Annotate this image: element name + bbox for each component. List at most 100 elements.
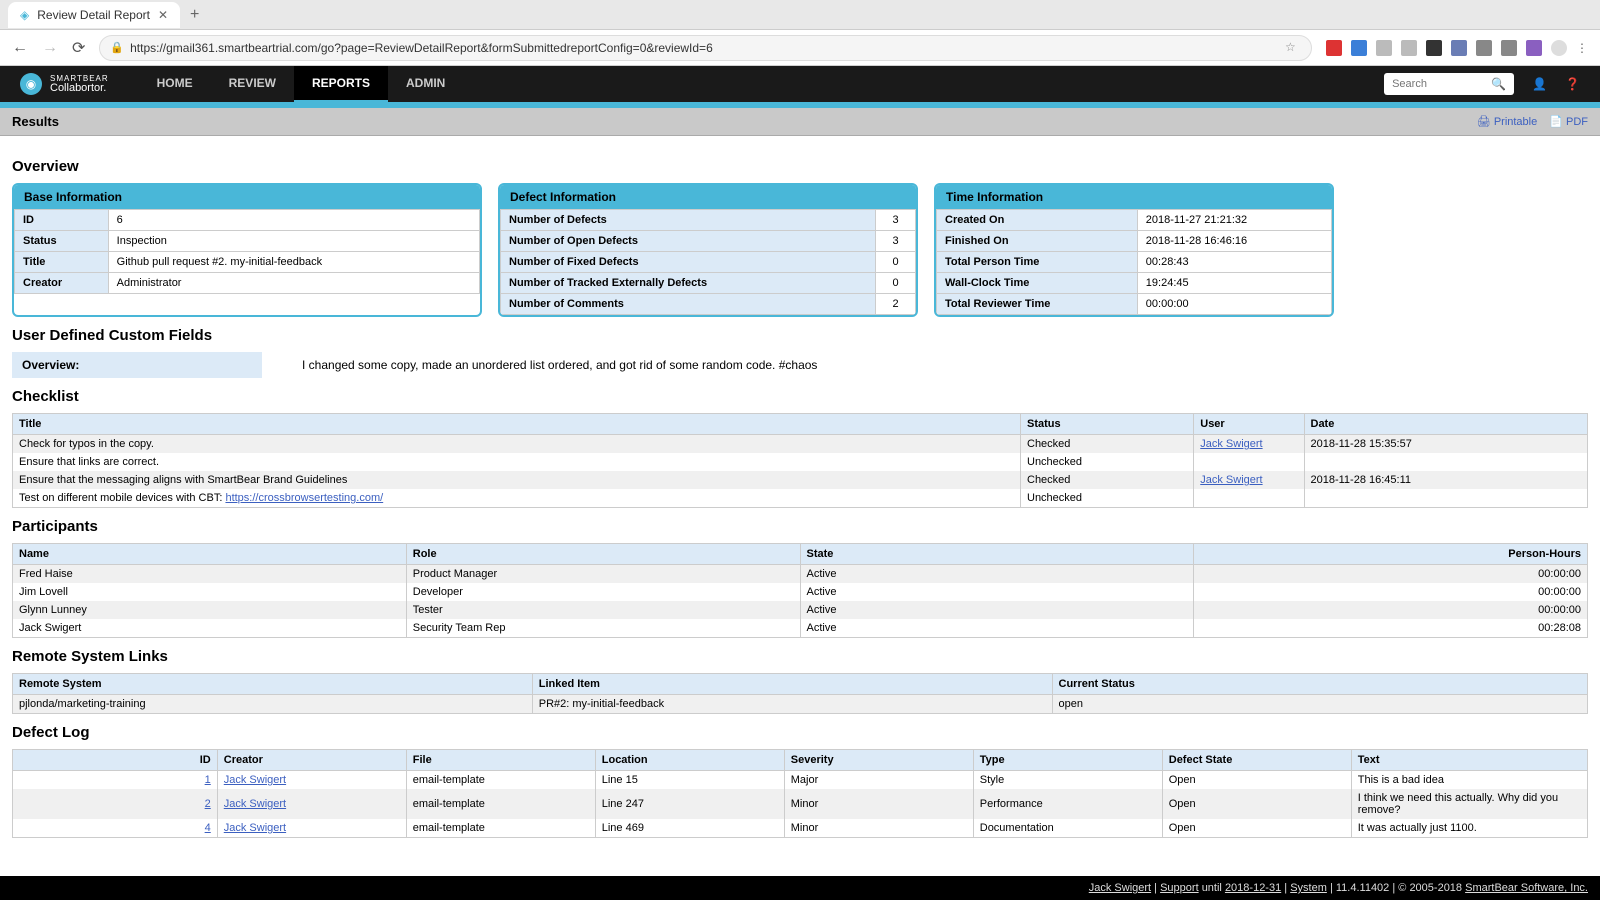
participant-row: Jack SwigertSecurity Team RepActive00:28… [13, 619, 1588, 638]
bookmark-star-icon[interactable]: ☆ [1285, 40, 1301, 56]
reload-button[interactable]: ⟳ [72, 38, 85, 58]
ext-icon-6[interactable] [1451, 40, 1467, 56]
browser-tab[interactable]: ◈ Review Detail Report ✕ [8, 2, 180, 28]
ext-icon-5[interactable] [1426, 40, 1442, 56]
card-value: Administrator [108, 273, 479, 294]
ext-icon-4[interactable] [1401, 40, 1417, 56]
nav-review[interactable]: REVIEW [211, 66, 294, 103]
lock-icon: 🔒 [110, 41, 124, 54]
defect-creator-link[interactable]: Jack Swigert [224, 774, 286, 786]
card-value: Inspection [108, 231, 479, 252]
forward-button[interactable]: → [42, 39, 58, 57]
ext-icon-8[interactable] [1501, 40, 1517, 56]
participant-row: Fred HaiseProduct ManagerActive00:00:00 [13, 565, 1588, 584]
card-value: 2 [876, 294, 916, 315]
card-label: Number of Open Defects [501, 231, 876, 252]
browser-nav-bar: ← → ⟳ 🔒 https://gmail361.smartbeartrial.… [0, 30, 1600, 66]
defect-creator-link[interactable]: Jack Swigert [224, 822, 286, 834]
browser-tab-bar: ◈ Review Detail Report ✕ + [0, 0, 1600, 30]
defect-info-header: Defect Information [500, 185, 916, 209]
search-input[interactable] [1392, 78, 1485, 90]
new-tab-button[interactable]: + [190, 6, 199, 24]
remote-heading: Remote System Links [12, 648, 1588, 665]
base-info-card: Base Information ID6StatusInspectionTitl… [12, 183, 482, 317]
defect-info-card: Defect Information Number of Defects3Num… [498, 183, 918, 317]
search-icon[interactable]: 🔍 [1491, 77, 1506, 91]
checklist-heading: Checklist [12, 388, 1588, 405]
footer-support[interactable]: Support [1160, 882, 1199, 894]
footer-company[interactable]: SmartBear Software, Inc. [1465, 882, 1588, 894]
printable-link[interactable]: 🖨 Printable [1477, 115, 1537, 128]
menu-icon[interactable]: ⋮ [1576, 41, 1588, 55]
card-label: Creator [15, 273, 109, 294]
card-label: Title [15, 252, 109, 273]
custom-label: Overview: [12, 352, 262, 378]
checklist-row: Test on different mobile devices with CB… [13, 489, 1588, 508]
close-tab-icon[interactable]: ✕ [158, 8, 168, 22]
checklist-row: Ensure that the messaging aligns with Sm… [13, 471, 1588, 489]
card-value: 19:24:45 [1137, 273, 1331, 294]
participants-heading: Participants [12, 518, 1588, 535]
card-value: 2018-11-28 16:46:16 [1137, 231, 1331, 252]
ext-icon-2[interactable] [1351, 40, 1367, 56]
app-logo[interactable]: ◉ SMARTBEAR Collabortor. [20, 73, 109, 95]
ext-icon-7[interactable] [1476, 40, 1492, 56]
defect-row: 1Jack Swigertemail-templateLine 15MajorS… [13, 771, 1588, 790]
card-label: Number of Defects [501, 210, 876, 231]
ext-icon-3[interactable] [1376, 40, 1392, 56]
participant-row: Jim LovellDeveloperActive00:00:00 [13, 583, 1588, 601]
nav-reports[interactable]: REPORTS [294, 66, 388, 103]
card-label: Total Person Time [937, 252, 1138, 273]
nav-home[interactable]: HOME [139, 66, 211, 103]
card-value: 3 [876, 231, 916, 252]
main-nav: HOME REVIEW REPORTS ADMIN [139, 66, 464, 103]
defect-row: 2Jack Swigertemail-templateLine 247Minor… [13, 789, 1588, 819]
profile-icon[interactable] [1551, 40, 1567, 56]
checklist-link[interactable]: https://crossbrowsertesting.com/ [225, 492, 383, 504]
ext-icon-1[interactable] [1326, 40, 1342, 56]
search-box[interactable]: 🔍 [1384, 73, 1514, 95]
defect-id-link[interactable]: 4 [205, 822, 211, 834]
card-label: Total Reviewer Time [937, 294, 1138, 315]
address-bar[interactable]: 🔒 https://gmail361.smartbeartrial.com/go… [99, 35, 1312, 61]
remote-links-table: Remote SystemLinked ItemCurrent Statuspj… [12, 673, 1588, 714]
nav-admin[interactable]: ADMIN [388, 66, 463, 103]
footer-user[interactable]: Jack Swigert [1089, 882, 1151, 894]
pdf-link[interactable]: 📄 PDF [1549, 115, 1588, 128]
extension-icons: ⋮ [1326, 40, 1588, 56]
defect-creator-link[interactable]: Jack Swigert [224, 798, 286, 810]
custom-value: I changed some copy, made an unordered l… [302, 358, 817, 372]
footer-system[interactable]: System [1290, 882, 1327, 894]
checklist-table: TitleStatusUserDateCheck for typos in th… [12, 413, 1588, 508]
checklist-user-link[interactable]: Jack Swigert [1200, 438, 1262, 450]
card-value: 3 [876, 210, 916, 231]
card-value: 00:00:00 [1137, 294, 1331, 315]
checklist-row: Check for typos in the copy.CheckedJack … [13, 435, 1588, 454]
card-value: 6 [108, 210, 479, 231]
overview-heading: Overview [12, 158, 1588, 175]
back-button[interactable]: ← [12, 39, 28, 57]
logo-icon: ◉ [20, 73, 42, 95]
time-info-header: Time Information [936, 185, 1332, 209]
checklist-user-link[interactable]: Jack Swigert [1200, 474, 1262, 486]
card-value: 00:28:43 [1137, 252, 1331, 273]
card-label: Number of Fixed Defects [501, 252, 876, 273]
defect-log-table: IDCreatorFileLocationSeverityTypeDefect … [12, 749, 1588, 838]
card-value: 2018-11-27 21:21:32 [1137, 210, 1331, 231]
time-info-card: Time Information Created On2018-11-27 21… [934, 183, 1334, 317]
card-label: Status [15, 231, 109, 252]
ext-icon-9[interactable] [1526, 40, 1542, 56]
participant-row: Glynn LunneyTesterActive00:00:00 [13, 601, 1588, 619]
participants-table: NameRoleStatePerson-HoursFred HaiseProdu… [12, 543, 1588, 638]
card-label: Created On [937, 210, 1138, 231]
remote-link-row: pjlonda/marketing-trainingPR#2: my-initi… [13, 695, 1588, 714]
user-icon[interactable]: 👤 [1532, 77, 1547, 91]
results-bar: Results 🖨 Printable 📄 PDF [0, 108, 1600, 136]
custom-fields-heading: User Defined Custom Fields [12, 327, 1588, 344]
help-icon[interactable]: ❓ [1565, 77, 1580, 91]
defect-id-link[interactable]: 1 [205, 774, 211, 786]
card-label: Wall-Clock Time [937, 273, 1138, 294]
defectlog-heading: Defect Log [12, 724, 1588, 741]
url-text: https://gmail361.smartbeartrial.com/go?p… [130, 41, 1279, 55]
defect-id-link[interactable]: 2 [205, 798, 211, 810]
